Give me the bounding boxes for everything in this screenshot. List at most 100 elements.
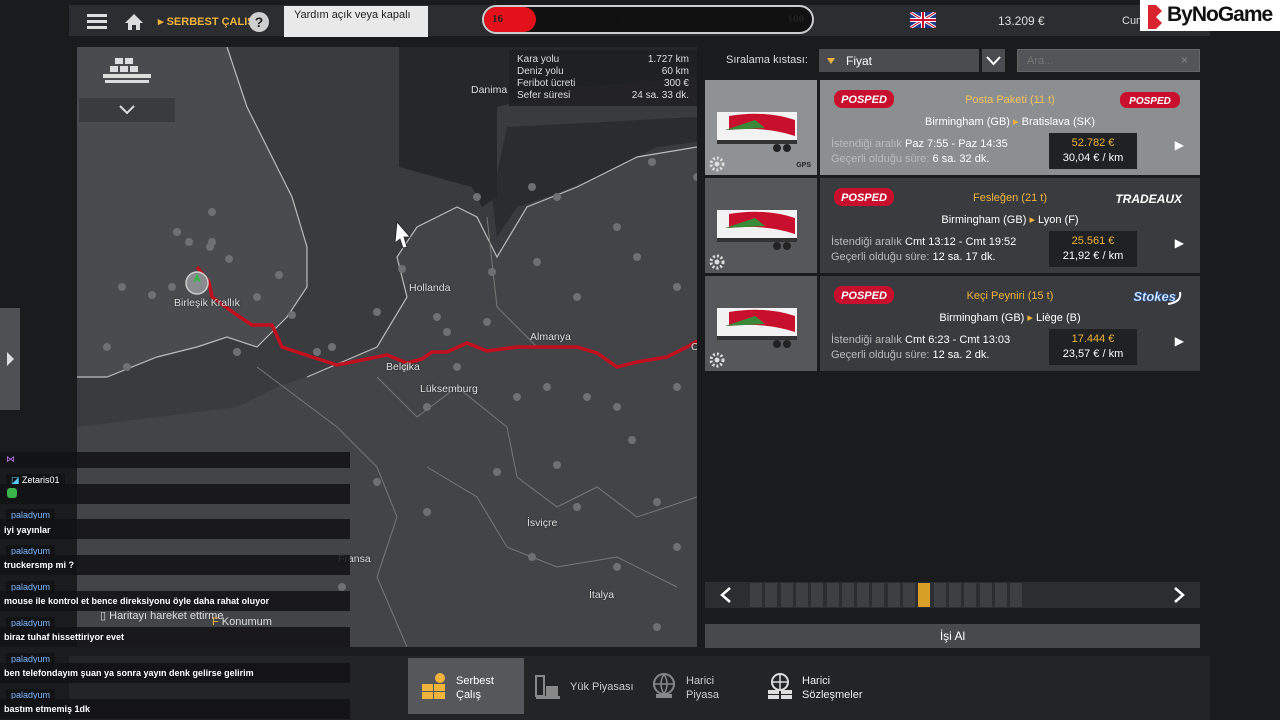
validity-label: Geçerli olduğu süre: — [831, 349, 930, 361]
sort-select[interactable]: Fiyat — [819, 49, 979, 72]
gear-icon[interactable] — [709, 156, 725, 172]
map-label-almanya: Almanya — [530, 331, 571, 343]
sort-value: Fiyat — [846, 54, 873, 68]
route-info-value: 300 € — [663, 78, 689, 89]
help-tooltip: Yardım açık veya kapalı — [284, 6, 428, 37]
company-logo: TRADEAUX — [1115, 188, 1184, 208]
route-info-label: Sefer süresi — [517, 90, 571, 101]
pager-page[interactable] — [750, 583, 762, 607]
job-card[interactable]: GPS POSPED Posta Paketi (11 t) POSPED Bi… — [705, 80, 1200, 175]
pager-page[interactable] — [796, 583, 808, 607]
tab-label: Harici Sözleşmeler — [802, 675, 863, 701]
uk-flag-icon[interactable] — [909, 10, 937, 30]
pager-page[interactable] — [872, 583, 884, 607]
tab-label: Yük Piyasası — [570, 681, 634, 693]
follow-goal: 100 — [787, 13, 805, 25]
job-price-box: 25.561 € 21,92 € / km — [1049, 231, 1137, 267]
globe-icon — [650, 672, 678, 700]
window-label: İstendiği aralık — [831, 138, 902, 150]
pager-page[interactable] — [827, 583, 839, 607]
pager-page[interactable] — [765, 583, 777, 607]
pager-page[interactable] — [934, 583, 946, 607]
trailer-thumbnail — [705, 178, 817, 273]
bynogame-logo: ByNoGame — [1140, 0, 1280, 31]
pager-page[interactable] — [888, 583, 900, 607]
job-validity: Geçerli olduğu süre: 12 sa. 17 dk. — [831, 251, 996, 263]
job-detail-arrow-icon[interactable]: ▶ — [1175, 138, 1184, 152]
map-label-isvicre: İsviçre — [527, 517, 558, 529]
arrow-right-icon: ▸ — [1029, 214, 1035, 226]
job-price-box: 17.444 € 23,57 € / km — [1049, 329, 1137, 365]
map-label-luksemburg: Lüksemburg — [420, 383, 478, 395]
tab-harici-piyasa[interactable]: Harici Piyasa — [638, 658, 748, 714]
job-detail-arrow-icon[interactable]: ▶ — [1175, 334, 1184, 348]
chevron-down-icon[interactable] — [79, 98, 175, 122]
contracts-globe-icon — [766, 672, 794, 700]
pager-page[interactable] — [811, 583, 823, 607]
route-info-value: 60 km — [661, 66, 689, 77]
job-details: POSPED Posta Paketi (11 t) POSPED Birmin… — [820, 80, 1200, 175]
bow-icon: ⋈ — [6, 454, 15, 464]
pager-page[interactable] — [781, 583, 793, 607]
freelance-icon — [420, 672, 448, 700]
tab-harici-sozlesmeler[interactable]: Harici Sözleşmeler — [754, 658, 884, 714]
map-label-italya: İtalya — [589, 589, 615, 601]
cargo-market-icon — [534, 672, 562, 700]
chat-message: iyi yayınlar — [4, 525, 51, 535]
pager-page[interactable] — [857, 583, 869, 607]
job-price: 52.782 € — [1071, 137, 1115, 149]
breadcrumb-label: SERBEST ÇALIŞ — [166, 16, 255, 28]
clear-search-icon[interactable]: × — [1181, 53, 1188, 67]
pager-page[interactable] — [980, 583, 992, 607]
gear-icon[interactable] — [709, 352, 725, 368]
job-window: İstendiği aralık Cmt 13:12 - Cmt 19:52 — [831, 236, 1016, 248]
accept-job-button[interactable]: İşi Al — [705, 624, 1200, 648]
tab-serbest-calis[interactable]: Serbest Çalış — [408, 658, 524, 714]
pager-page[interactable] — [949, 583, 961, 607]
sort-direction-icon — [827, 58, 835, 64]
chat-row — [0, 484, 350, 504]
home-icon[interactable] — [118, 8, 150, 36]
pager-page[interactable] — [1010, 583, 1022, 607]
validity-value: 6 sa. 32 dk. — [932, 153, 990, 165]
pager-page[interactable] — [903, 583, 915, 607]
job-details: POSPED Keçi Peyniri (15 t) Stokes Birmin… — [820, 276, 1200, 371]
route-from: Birmingham (GB) — [925, 116, 1010, 128]
chevron-down-icon[interactable] — [982, 49, 1005, 72]
pager-page-current[interactable] — [918, 583, 930, 607]
trailer-thumbnail — [705, 276, 817, 371]
help-icon[interactable]: ? — [249, 12, 269, 32]
route-info-row: Sefer süresi 24 sa. 33 dk. — [517, 90, 689, 102]
tab-yuk-piyasasi[interactable]: Yük Piyasası — [522, 658, 642, 714]
emote-icon — [7, 488, 17, 498]
job-route: Birmingham (GB) ▸ Lyon (F) — [820, 213, 1200, 226]
sort-label: Sıralama kıstası: — [726, 54, 808, 66]
map-label-belcika: Belçika — [386, 361, 420, 373]
job-price: 17.444 € — [1071, 333, 1115, 345]
pager-page[interactable] — [842, 583, 854, 607]
job-route: Birmingham (GB) ▸ Bratislava (SK) — [820, 115, 1200, 128]
job-rate: 21,92 € / km — [1062, 250, 1124, 262]
stream-chat-overlay: ⋈ ◪ Zetaris01 paladyum iyi yayınlar pala… — [0, 452, 352, 720]
job-detail-arrow-icon[interactable]: ▶ — [1175, 236, 1184, 250]
cargo-view-button[interactable] — [79, 48, 175, 96]
trailer-thumbnail: GPS — [705, 80, 817, 175]
route-info-label: Deniz yolu — [517, 66, 564, 77]
pager-page[interactable] — [964, 583, 976, 607]
job-card[interactable]: POSPED Keçi Peyniri (15 t) Stokes Birmin… — [705, 276, 1200, 371]
pager-page[interactable] — [995, 583, 1007, 607]
chevron-left-icon[interactable] — [705, 582, 745, 608]
follow-label: TAKİP ETMEYEN GAY — [583, 13, 713, 27]
job-details: POSPED Fesleğen (21 t) TRADEAUX Birmingh… — [820, 178, 1200, 273]
chevron-right-icon[interactable] — [1160, 582, 1200, 608]
job-rate: 30,04 € / km — [1062, 152, 1124, 164]
arrow-right-icon: ▸ — [1027, 312, 1033, 324]
side-panel-toggle[interactable] — [0, 308, 20, 410]
job-card[interactable]: POSPED Fesleğen (21 t) TRADEAUX Birmingh… — [705, 178, 1200, 273]
window-value: Cmt 6:23 - Cmt 13:03 — [905, 334, 1011, 346]
search-input[interactable] — [1017, 49, 1200, 72]
money-display: 13.209 € — [998, 14, 1045, 28]
company-logo: Stokes — [1116, 286, 1184, 306]
hamburger-menu-icon[interactable] — [80, 8, 114, 36]
gear-icon[interactable] — [709, 254, 725, 270]
